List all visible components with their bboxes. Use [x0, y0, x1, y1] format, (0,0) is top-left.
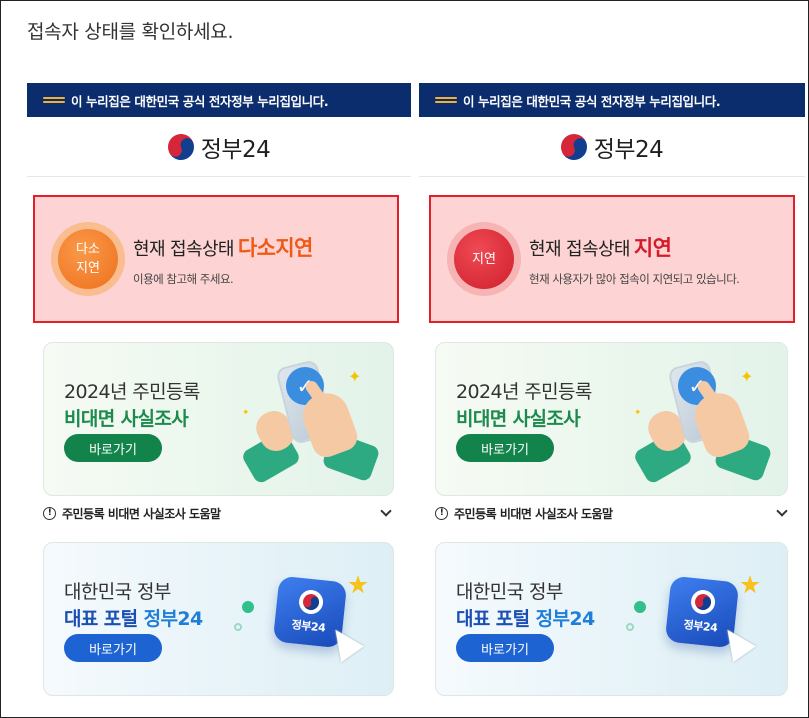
screenshot-frame: 접속자 상태를 확인하세요. 이 누리집은 대한민국 공식 전자정부 누리집입니…	[0, 0, 809, 718]
app-logo	[297, 588, 325, 616]
decor-dot	[634, 601, 646, 613]
gov-banner-text: 이 누리집은 대한민국 공식 전자정부 누리집입니다.	[463, 93, 721, 109]
card-title-line2: 비대면 사실조사	[64, 408, 189, 430]
resident-survey-card[interactable]: 2024년 주민등록 비대면 사실조사 바로가기 ✓ ✦ ✦	[435, 342, 788, 496]
go-button[interactable]: 바로가기	[64, 434, 162, 462]
card-title-line2: 대표 포털 정부24	[456, 604, 595, 631]
card-title-line1: 2024년 주민등록	[64, 381, 200, 403]
page-title: 접속자 상태를 확인하세요.	[27, 21, 234, 43]
card-title-line1: 대한민국 정부	[64, 581, 171, 603]
status-subtext: 현재 사용자가 많아 접속이 지연되고 있습니다.	[529, 271, 740, 286]
app-logo	[689, 588, 717, 616]
app-label: 정부24	[290, 618, 327, 635]
status-circle-line1: 지연	[472, 251, 496, 267]
status-text: 현재 접속상태 다소지연 이용에 참고해 주세요.	[133, 232, 313, 287]
card-title-line2-a: 대표 포털	[456, 608, 536, 630]
card-title-line2: 대표 포털 정부24	[64, 604, 203, 631]
status-circle: 다소 지연	[58, 229, 118, 289]
info-icon: !	[43, 506, 56, 520]
status-value: 다소지연	[237, 235, 313, 260]
status-line: 현재 접속상태 지연	[529, 232, 739, 262]
decor-ring	[626, 623, 634, 631]
status-circle: 지연	[454, 229, 514, 289]
card-title-line2-b: 정부24	[535, 608, 596, 630]
card-title-line1: 대한민국 정부	[456, 581, 563, 603]
card-title-line2-b: 정부24	[143, 608, 204, 630]
app-label: 정부24	[682, 618, 719, 635]
status-indicator: 지연	[447, 222, 521, 296]
status-box: 지연 현재 접속상태 지연 현재 사용자가 많아 접속이 지연되고 있습니다.	[429, 195, 795, 323]
sparkle-icon: ✦	[634, 408, 642, 418]
resident-survey-card[interactable]: 2024년 주민등록 비대면 사실조사 바로가기 ✓ ✦ ✦	[43, 342, 394, 496]
taegeuk-logo-icon	[163, 129, 198, 164]
sparkle-icon: ✦	[740, 367, 754, 386]
sparkle-icon: ✦	[242, 408, 250, 418]
star-icon	[740, 575, 760, 594]
status-box: 다소 지연 현재 접속상태 다소지연 이용에 참고해 주세요.	[33, 195, 399, 323]
help-text: 주민등록 비대면 사실조사 도움말	[454, 506, 613, 521]
info-icon: !	[435, 506, 448, 520]
help-text: 주민등록 비대면 사실조사 도움말	[62, 506, 221, 521]
card-title-line2-a: 대표 포털	[64, 608, 144, 630]
gov24-portal-card[interactable]: 대한민국 정부 대표 포털 정부24 바로가기 정부24	[435, 542, 788, 696]
star-icon	[348, 575, 368, 594]
status-indicator: 다소 지연	[51, 222, 125, 296]
status-subtext: 이용에 참고해 주세요.	[133, 271, 234, 286]
status-line: 현재 접속상태 다소지연	[133, 232, 313, 262]
sparkle-icon: ✦	[348, 367, 362, 386]
help-accordion[interactable]: ! 주민등록 비대면 사실조사 도움말	[43, 501, 394, 525]
taegeuk-logo-icon	[556, 129, 591, 164]
chevron-down-icon	[776, 505, 788, 517]
go-button[interactable]: 바로가기	[456, 434, 554, 462]
status-prefix: 현재 접속상태	[133, 238, 234, 260]
phone-panel-left: 이 누리집은 대한민국 공식 전자정부 누리집입니다. 정부24 다소 지연 현…	[27, 83, 411, 715]
go-button[interactable]: 바로가기	[456, 634, 554, 662]
logo-bar[interactable]: 정부24	[419, 117, 805, 177]
taegeuk-logo-icon	[692, 591, 714, 613]
eg-mark-icon	[435, 95, 457, 105]
gov-banner-text: 이 누리집은 대한민국 공식 전자정부 누리집입니다.	[71, 93, 329, 109]
chevron-down-icon	[380, 505, 392, 517]
phone-panel-right: 이 누리집은 대한민국 공식 전자정부 누리집입니다. 정부24 지연 현재 접…	[419, 83, 805, 715]
eg-mark-icon	[43, 95, 65, 105]
help-accordion[interactable]: ! 주민등록 비대면 사실조사 도움말	[435, 501, 790, 525]
logo-text: 정부24	[200, 136, 271, 163]
gov-banner: 이 누리집은 대한민국 공식 전자정부 누리집입니다.	[27, 83, 411, 117]
gov-banner: 이 누리집은 대한민국 공식 전자정부 누리집입니다.	[419, 83, 805, 117]
logo-text: 정부24	[593, 136, 664, 163]
taegeuk-logo-icon	[300, 591, 322, 613]
gov24-portal-card[interactable]: 대한민국 정부 대표 포털 정부24 바로가기 정부24	[43, 542, 394, 696]
go-button[interactable]: 바로가기	[64, 634, 162, 662]
decor-ring	[234, 623, 242, 631]
status-value: 지연	[633, 235, 672, 260]
status-text: 현재 접속상태 지연 현재 사용자가 많아 접속이 지연되고 있습니다.	[529, 232, 740, 287]
card-title-line1: 2024년 주민등록	[456, 381, 592, 403]
status-prefix: 현재 접속상태	[529, 238, 630, 260]
decor-dot	[242, 601, 254, 613]
logo-bar[interactable]: 정부24	[27, 117, 411, 177]
card-title-line2: 비대면 사실조사	[456, 408, 581, 430]
status-circle-line2: 지연	[76, 261, 100, 276]
status-circle-line1: 다소	[76, 242, 100, 257]
